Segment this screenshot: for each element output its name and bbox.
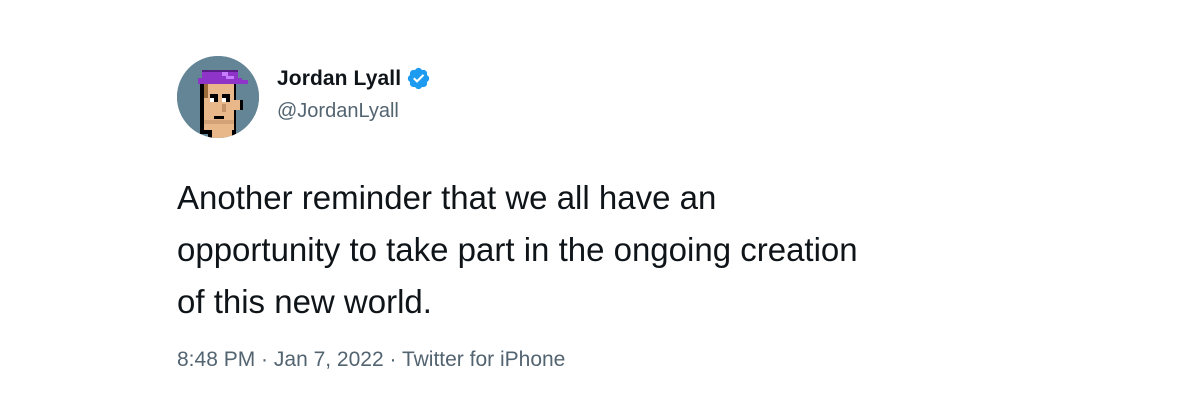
author-handle[interactable]: @JordanLyall xyxy=(277,100,399,123)
tweet-text: Another reminder that we all have an opp… xyxy=(177,179,858,320)
author-name-row: Jordan Lyall xyxy=(277,66,431,91)
tweet-metadata: 8:48 PM · Jan 7, 2022 · Twitter for iPho… xyxy=(177,348,565,372)
verified-badge-icon xyxy=(406,66,431,91)
tweet-date[interactable]: Jan 7, 2022 xyxy=(274,348,384,371)
tweet-time[interactable]: 8:48 PM xyxy=(177,348,255,371)
tweet-source[interactable]: Twitter for iPhone xyxy=(402,348,565,371)
tweet-card: Jordan Lyall @JordanLyall Another remind… xyxy=(177,56,1077,371)
author-display-name[interactable]: Jordan Lyall xyxy=(277,67,401,91)
avatar[interactable] xyxy=(177,56,259,138)
cryptopunk-avatar-icon xyxy=(177,56,259,138)
meta-separator: · xyxy=(383,348,402,371)
meta-separator: · xyxy=(255,348,274,371)
tweet-header: Jordan Lyall @JordanLyall xyxy=(177,56,1077,138)
